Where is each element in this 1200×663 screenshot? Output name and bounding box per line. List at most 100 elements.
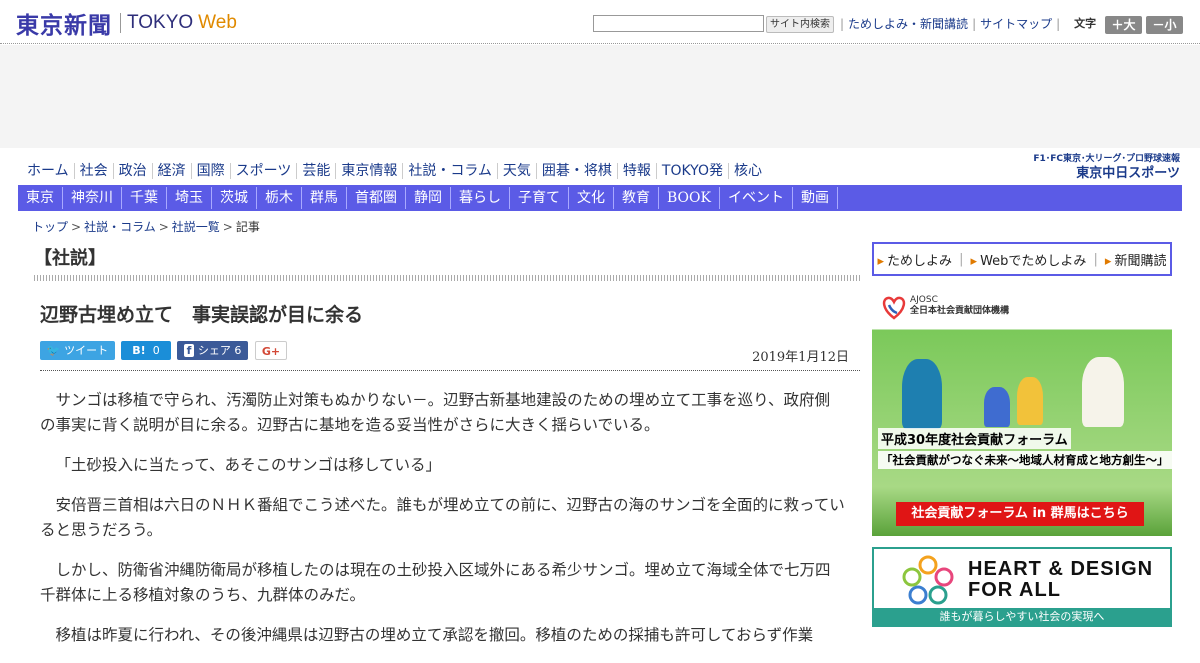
hatena-bookmark-button[interactable]: B! 0: [121, 341, 171, 360]
forum-gunma-button[interactable]: 社会貢献フォーラム in 群馬はこちら: [896, 502, 1144, 526]
site-search-input[interactable]: [593, 15, 764, 32]
article-paragraph: 「土砂投入に当たって、あそこのサンゴは移している」: [55, 456, 442, 474]
family-photo-figure: [1017, 377, 1043, 425]
nav-main-item[interactable]: 囲碁・将棋: [537, 163, 618, 179]
header-link-sitemap[interactable]: サイトマップ: [980, 16, 1052, 32]
family-photo-figure: [902, 359, 942, 429]
nav-region-item[interactable]: 栃木: [257, 187, 302, 209]
region-nav: 東京 神奈川 千葉 埼玉 茨城 栃木 群馬 首都圏 静岡 暮らし 子育て 文化 教育 BOOK イベント 動画: [18, 185, 1182, 211]
section-title: 【社説】: [34, 248, 106, 269]
logo-tokyo-text: TOKYO: [127, 12, 194, 33]
article-paragraph: しかし、防衛省沖縄防衛局が移植したのは現在の土砂投入区域外にある希少サンゴ。埋め…: [40, 561, 831, 604]
heart-design-line1: HEART & DESIGN: [968, 558, 1154, 580]
nav-region-item[interactable]: 暮らし: [451, 187, 510, 209]
sidebar-link-separator: |: [959, 251, 964, 267]
breadcrumb-editorial-list[interactable]: 社説一覧: [172, 220, 220, 234]
facebook-share-button[interactable]: f シェア 6: [177, 341, 248, 360]
font-size-down-button[interactable]: －小: [1146, 16, 1183, 34]
article-body: サンゴは移植で守られ、汚濁防止対策もぬかりない－。辺野古新基地建設のための埋め立…: [40, 388, 845, 663]
breadcrumb-separator: >: [158, 220, 169, 234]
forum-organizer-abbr: AJOSC: [910, 295, 938, 305]
google-plus-button[interactable]: G+: [255, 341, 287, 360]
site-search-button[interactable]: サイト内検索: [766, 16, 834, 33]
nav-main-item[interactable]: スポーツ: [231, 163, 298, 179]
facebook-share-label: シェア: [197, 344, 231, 357]
sidebar-link-web-trial[interactable]: Webでためしよみ: [971, 250, 1086, 269]
nav-region-item[interactable]: 教育: [614, 187, 659, 209]
breadcrumb-opinion[interactable]: 社説・コラム: [84, 220, 156, 234]
facebook-share-count: 6: [234, 344, 242, 357]
nav-region-item[interactable]: 子育て: [510, 187, 569, 209]
nav-main-item[interactable]: 特報: [618, 163, 657, 179]
heart-design-for-all-ad[interactable]: HEART & DESIGN FOR ALL 誰もが暮らしやすい社会の実現へ: [872, 547, 1172, 627]
article-date: 2019年1月12日: [752, 350, 849, 365]
forum-organizer: AJOSC 全日本社会貢献団体機構: [910, 295, 1009, 317]
top-ad-banner: [0, 45, 1200, 148]
heart-design-tagline: 誰もが暮らしやすい社会の実現へ: [874, 608, 1170, 625]
family-photo-figure: [984, 387, 1010, 427]
forum-organizer-name: 全日本社会貢献団体機構: [910, 306, 1010, 316]
nav-region-item[interactable]: イベント: [720, 187, 793, 209]
forum-subtitle: 「社会貢献がつなぐ未来～地域人材育成と地方創生～」: [878, 451, 1172, 469]
tweet-label: ツイート: [64, 344, 109, 357]
section-divider: [34, 275, 860, 281]
nav-region-item[interactable]: 千葉: [122, 187, 167, 209]
font-size-label: 文字: [1074, 17, 1097, 30]
nav-region-item[interactable]: 首都圏: [347, 187, 406, 209]
nav-main-item[interactable]: 経済: [153, 163, 192, 179]
nav-region-item[interactable]: 群馬: [302, 187, 347, 209]
nav-main-item[interactable]: 国際: [192, 163, 231, 179]
heart-design-line2: FOR ALL: [968, 579, 1061, 601]
logo-tokyo-shimbun: 東京新聞: [16, 12, 112, 39]
article-divider: [40, 370, 860, 371]
breadcrumb: トップ > 社説・コラム > 社説一覧 > 記事: [32, 218, 260, 235]
nav-region-item[interactable]: 東京: [18, 187, 63, 209]
nav-main-item[interactable]: 東京情報: [336, 163, 404, 179]
sidebar-link-subscribe[interactable]: 新聞購読: [1105, 250, 1166, 269]
breadcrumb-top[interactable]: トップ: [32, 220, 68, 234]
nav-main-item[interactable]: 政治: [114, 163, 153, 179]
header-link-trial-subscribe[interactable]: ためしよみ・新聞講読: [848, 16, 968, 32]
article-paragraph: 安倍晋三首相は六日のＮＨＫ番組でこう述べた。誰もが埋め立ての前に、辺野古の海のサ…: [40, 496, 845, 539]
sidebar-link-trial[interactable]: ためしよみ: [878, 250, 952, 269]
nav-region-item[interactable]: 動画: [793, 187, 838, 209]
nav-region-item[interactable]: 埼玉: [167, 187, 212, 209]
nav-region-item[interactable]: 静岡: [406, 187, 451, 209]
facebook-icon: f: [183, 344, 195, 357]
nav-main-item[interactable]: 核心: [729, 163, 767, 179]
heart-design-title: HEART & DESIGN FOR ALL: [968, 559, 1153, 601]
header-separator: |: [1056, 17, 1061, 31]
sidebar-subscribe-links: ためしよみ | Webでためしよみ | 新聞購読: [872, 242, 1172, 276]
forum-title: 平成30年度社会貢献フォーラム: [878, 428, 1071, 449]
hatena-count: 0: [152, 344, 160, 357]
nav-main-item[interactable]: 芸能: [297, 163, 337, 179]
tweet-button[interactable]: 🐦 ツイート: [40, 341, 115, 360]
flower-logo-icon: [902, 555, 954, 605]
nav-main-item[interactable]: 天気: [498, 163, 537, 179]
header-separator: |: [840, 17, 845, 31]
article-paragraph: 移植は昨夏に行われ、その後沖縄県は辺野古の埋め立て承認を撤回。移植のための採捕も…: [55, 626, 814, 644]
article-title: 辺野古埋め立て 事実誤認が目に余る: [40, 304, 364, 326]
nav-main-item[interactable]: 社説・コラム: [403, 163, 498, 179]
breadcrumb-separator: >: [71, 220, 82, 234]
main-nav: ホーム 社会 政治 経済 国際 スポーツ 芸能 東京情報 社説・コラム 天気 囲碁・将棋 特報 TOKY…: [22, 160, 767, 182]
nav-region-item[interactable]: 神奈川: [63, 187, 122, 209]
header-separator: |: [972, 17, 977, 31]
nav-region-item[interactable]: 文化: [569, 187, 614, 209]
social-contribution-forum-ad[interactable]: AJOSC 全日本社会貢献団体機構 平成30年度社会貢献フォーラム 「社会貢献が…: [872, 287, 1172, 536]
nav-main-item[interactable]: 社会: [75, 163, 114, 179]
site-logo[interactable]: 東京新聞 TOKYO Web: [16, 9, 237, 39]
nav-main-item[interactable]: TOKYO発: [657, 163, 729, 179]
hatena-icon: B!: [132, 344, 146, 357]
chunichi-title: 東京中日スポーツ: [1076, 166, 1180, 181]
header-links: | ためしよみ・新聞講読 | サイトマップ | 文字 （0）: [836, 16, 1128, 32]
nav-region-item[interactable]: BOOK: [659, 187, 720, 209]
site-header: 東京新聞 TOKYO Web サイト内検索 | ためしよみ・新聞講読 | サイト…: [0, 0, 1200, 44]
ajosc-heart-logo-icon: [882, 296, 906, 320]
chunichi-sports-link[interactable]: F1･FC東京･大リーグ･プロ野球速報 東京中日スポーツ: [1030, 154, 1180, 182]
nav-main-item[interactable]: ホーム: [22, 163, 75, 179]
nav-region-item[interactable]: 茨城: [212, 187, 257, 209]
logo-divider: [120, 13, 121, 33]
font-size-up-button[interactable]: ＋大: [1105, 16, 1142, 34]
chunichi-subtitle: F1･FC東京･大リーグ･プロ野球速報: [1033, 154, 1180, 164]
